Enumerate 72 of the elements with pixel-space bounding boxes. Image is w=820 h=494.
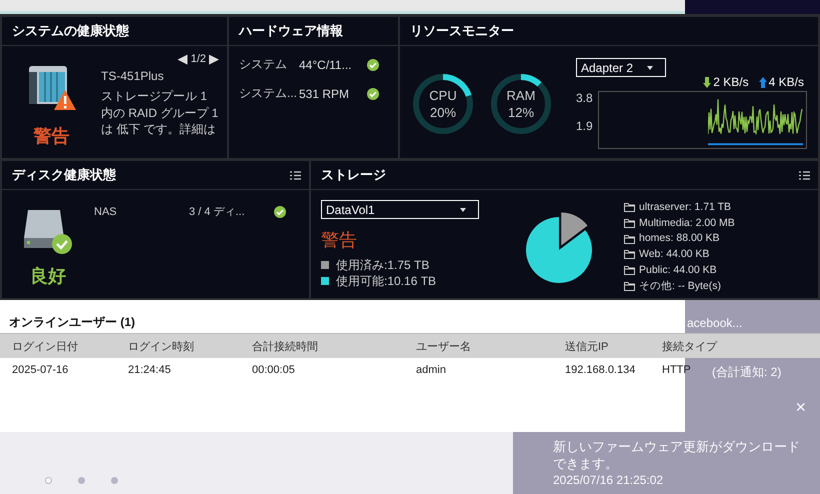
column-header[interactable]: ログイン時刻 xyxy=(128,338,252,354)
page-indicator: 1/2 xyxy=(190,52,206,64)
folder-usage: Web: 44.00 KB xyxy=(639,247,710,262)
sensor-name: システム xyxy=(239,56,288,73)
disk-name: NAS xyxy=(94,206,118,218)
column-header[interactable]: ログイン日付 xyxy=(12,338,128,354)
folder-icon xyxy=(624,234,635,244)
previous-button[interactable]: ◀ xyxy=(178,52,188,65)
panel-title: ハードウェア情報 xyxy=(239,22,343,40)
axis-label: 1.9 xyxy=(576,119,592,133)
drive-ok-icon xyxy=(22,208,74,254)
folder-usage: homes: 88.00 KB xyxy=(639,231,720,246)
table-cell-text: 00:00:05 xyxy=(252,364,296,376)
gauge-reading: 12% xyxy=(508,104,534,121)
folder-icon xyxy=(624,266,635,276)
panel-title: リソースモニター xyxy=(410,22,514,40)
folder-icon xyxy=(624,203,635,212)
folder-icon xyxy=(624,250,635,260)
sensor-value: 44°C/11... xyxy=(299,58,353,72)
legend-label: 使用済み:1.75 TB xyxy=(336,257,430,273)
table-cell-text: admin xyxy=(416,364,447,376)
notification-message: 新しいファームウェア更新がダウンロードできます。 xyxy=(553,438,800,472)
table-cell-text: HTTP xyxy=(662,364,692,376)
notification-text: acebook... xyxy=(687,316,742,330)
folder-icon xyxy=(624,282,635,291)
sensor-name: システム... xyxy=(239,85,298,102)
pager-dot[interactable] xyxy=(45,477,52,484)
gauge-ring xyxy=(410,71,476,137)
caret-icon xyxy=(647,66,653,70)
pager-dot[interactable] xyxy=(78,477,85,484)
gauge-label: CPU xyxy=(429,87,457,104)
folder-icon xyxy=(624,219,635,228)
notification-time: 2025/07/16 21:25:02 xyxy=(553,473,664,487)
download-speed: 2 KB/s xyxy=(713,75,749,89)
table-cell-text: 192.168.0.134 xyxy=(565,364,636,376)
volume-dropdown[interactable]: DataVol1 xyxy=(321,200,479,219)
column-header[interactable]: 接続タイプ xyxy=(662,338,762,354)
panel-title: ストレージ xyxy=(321,166,386,184)
column-header[interactable]: 送信元IP xyxy=(565,338,662,354)
panel-title: ディスク健康状態 xyxy=(12,166,116,184)
upload-speed: 4 KB/s xyxy=(768,75,804,89)
gauge-label: RAM xyxy=(506,87,536,104)
sensor-value: 531 RPM xyxy=(299,86,350,100)
notification-count: (合計通知: 2) xyxy=(712,364,782,380)
table-cell-text: 21:24:45 xyxy=(128,364,172,376)
list-icon[interactable] xyxy=(290,170,301,180)
panel-title: システムの健康状態 xyxy=(12,22,129,40)
gauge-ring xyxy=(488,71,554,137)
next-button[interactable]: ▶ xyxy=(209,52,219,65)
legend-label: 使用可能:10.16 TB xyxy=(336,273,436,289)
disk-status: 良好 xyxy=(30,265,66,288)
status-message: ストレージプール 1 内の RAID グループ 1 は 低下 です。詳細は xyxy=(101,88,219,138)
storage-status: 警告 xyxy=(321,229,358,252)
gauge-reading: 20% xyxy=(430,104,456,121)
adapter-dropdown[interactable]: Adapter 2 xyxy=(576,58,666,77)
device-model: TS-451Plus xyxy=(101,69,165,83)
pager-dot[interactable] xyxy=(111,477,118,484)
section-title: オンラインユーザー (1) xyxy=(9,314,135,331)
caret-icon xyxy=(460,208,466,212)
axis-label: 3.8 xyxy=(576,91,592,105)
disk-count: 3 / 4 ディ... xyxy=(189,205,246,219)
folder-usage: ultraserver: 1.71 TB xyxy=(639,200,732,215)
list-icon[interactable] xyxy=(799,170,810,180)
folder-usage: Public: 44.00 KB xyxy=(639,262,717,278)
column-header[interactable]: 合計接続時間 xyxy=(252,338,416,354)
up-arrow-icon xyxy=(758,76,767,88)
folder-usage: Multimedia: 2.00 MB xyxy=(639,216,735,231)
folder-usage: その他: -- Byte(s) xyxy=(639,278,721,294)
warning-status: 警告 xyxy=(34,125,70,148)
table-cell-text: 2025-07-16 xyxy=(12,364,70,376)
down-arrow-icon xyxy=(703,76,712,88)
column-header[interactable]: ユーザー名 xyxy=(416,338,565,354)
